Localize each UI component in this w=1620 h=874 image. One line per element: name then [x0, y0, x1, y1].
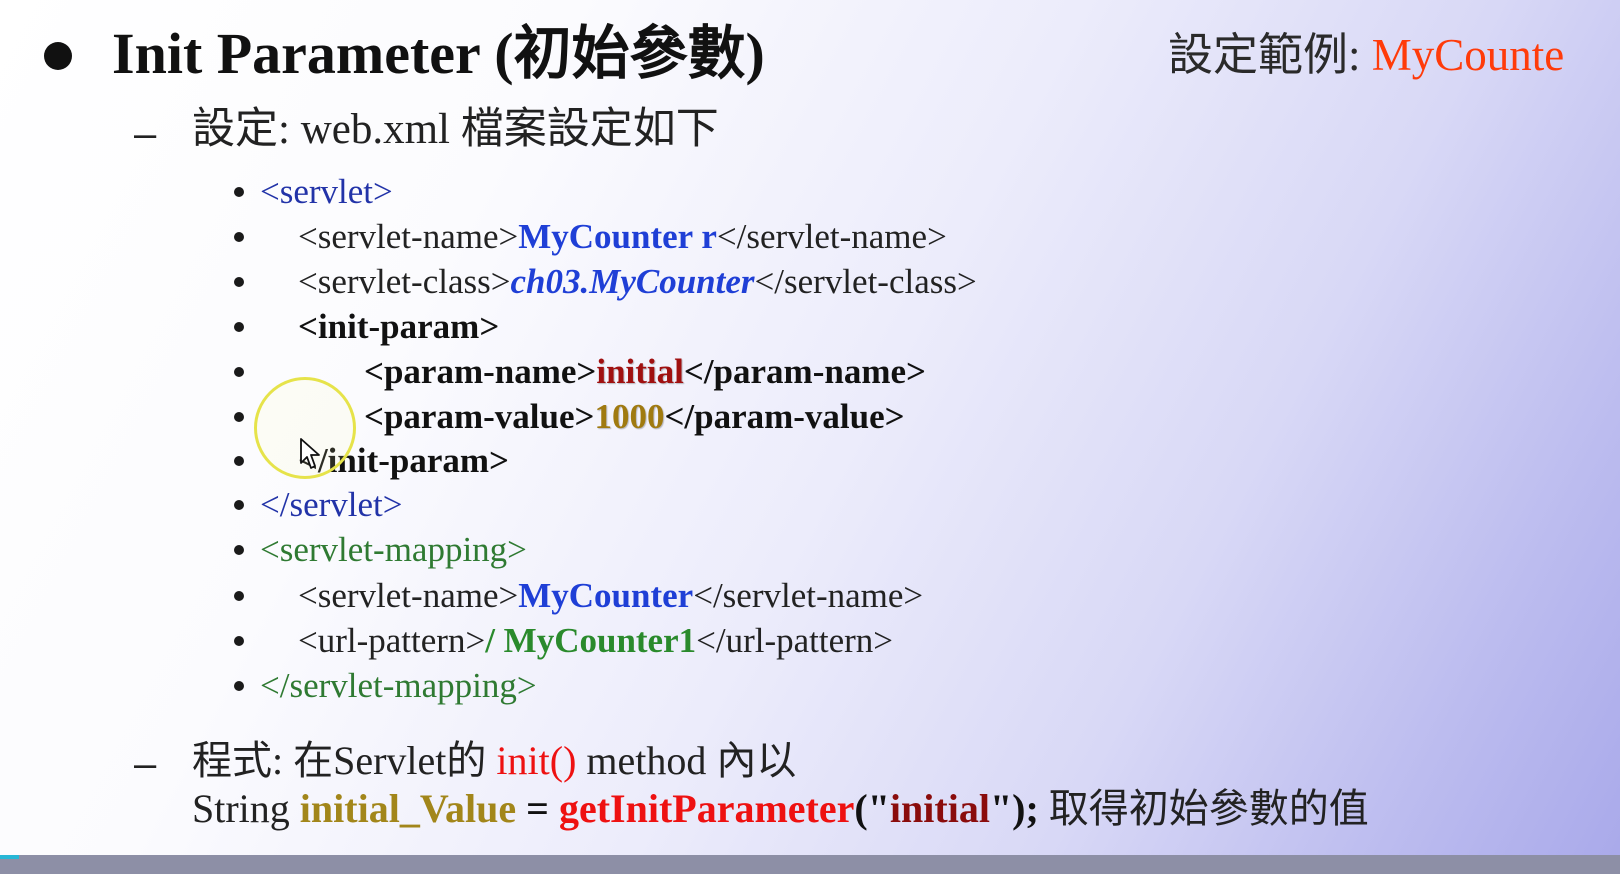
xml-tag: <param-value>	[364, 397, 595, 436]
xml-tag: <servlet-name>	[298, 576, 519, 615]
xml-value-param-name: initial	[596, 352, 684, 391]
code-note: 取得初始參數的值	[1048, 786, 1369, 831]
xml-value-servlet-class: ch03.MyCounter	[510, 262, 755, 301]
xml-tag: </servlet-name>	[693, 576, 924, 615]
cursor-arrow-icon	[300, 438, 322, 474]
xml-value-url-pattern: / MyCounter1	[485, 621, 697, 660]
xml-servlet-mapping-close: </servlet-mapping>	[260, 666, 537, 705]
xml-bullet	[234, 545, 244, 555]
code-paren-close: ");	[989, 786, 1039, 831]
xml-bullet	[234, 591, 244, 601]
xml-bullet	[234, 187, 244, 197]
xml-bullet	[234, 367, 244, 377]
program-text: 程式: 在Servlet的 init() method 內以	[192, 736, 796, 786]
xml-bullet	[234, 322, 244, 332]
code-variable: initial_Value	[299, 786, 517, 831]
xml-tag: <servlet-class>	[298, 262, 511, 301]
xml-mapping-servlet-name-line: <servlet-name>MyCounter</servlet-name>	[298, 574, 923, 618]
example-name: MyCounte	[1371, 30, 1565, 80]
xml-bullet	[234, 412, 244, 422]
xml-tag: </url-pattern>	[696, 621, 894, 660]
xml-bullet	[234, 500, 244, 510]
xml-servlet-class-line: <servlet-class>ch03.MyCounter</servlet-c…	[298, 260, 977, 304]
setting-text: 設定: web.xml 檔案設定如下	[192, 106, 719, 153]
xml-bullet	[234, 277, 244, 287]
program-dash: –	[134, 742, 157, 786]
xml-param-name-line: <param-name>initial</param-name>	[364, 350, 926, 394]
xml-servlet-open: <servlet>	[260, 172, 393, 211]
code-argument: initial	[889, 786, 990, 831]
xml-tag: </servlet-name>	[716, 217, 947, 256]
xml-value-mapping-name: MyCounter	[518, 576, 694, 615]
xml-servlet-mapping-open: <servlet-mapping>	[260, 530, 527, 569]
video-progress-fill	[0, 855, 20, 859]
example-label-text: 設定範例:	[1168, 30, 1361, 80]
xml-value-param-value: 1000	[594, 397, 665, 436]
xml-bullet	[234, 456, 244, 466]
code-method: getInitParameter	[558, 786, 855, 831]
xml-value-servlet-name: MyCounter r	[518, 217, 717, 256]
title-bullet	[44, 42, 72, 70]
code-paren-open: ("	[854, 786, 890, 831]
example-label: 設定範例: MyCounte	[1168, 26, 1564, 84]
setting-dash: –	[134, 112, 157, 156]
xml-servlet-close: </servlet>	[260, 485, 403, 524]
slide-title: Init Parameter (初始參數)	[112, 21, 765, 86]
xml-init-param-open: <init-param>	[298, 307, 500, 346]
code-type: String	[192, 786, 290, 831]
xml-tag: </servlet-class>	[754, 262, 977, 301]
program-prefix: 程式: 在Servlet的	[192, 738, 487, 783]
xml-bullet	[234, 681, 244, 691]
xml-tag: <url-pattern>	[298, 621, 486, 660]
xml-tag: </param-value>	[664, 397, 905, 436]
xml-param-value-line: <param-value>1000</param-value>	[364, 395, 905, 439]
program-suffix: method 內以	[586, 738, 797, 783]
xml-tag: <param-name>	[364, 352, 597, 391]
code-line: String initial_Value = getInitParameter(…	[192, 784, 1369, 834]
xml-url-pattern-line: <url-pattern>/ MyCounter1</url-pattern>	[298, 619, 893, 663]
program-init-method: init()	[496, 738, 577, 783]
xml-bullet	[234, 232, 244, 242]
video-progress-track[interactable]	[0, 855, 1620, 874]
xml-tag: </param-name>	[683, 352, 926, 391]
xml-tag: <servlet-name>	[298, 217, 519, 256]
xml-bullet	[234, 636, 244, 646]
xml-servlet-name-line: <servlet-name>MyCounter r</servlet-name>	[298, 215, 947, 259]
code-equals: =	[526, 786, 549, 831]
